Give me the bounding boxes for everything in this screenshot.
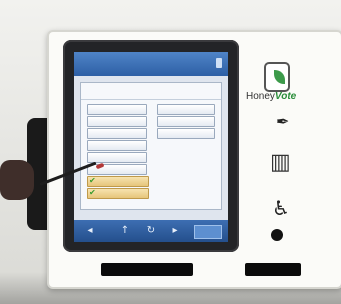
panel-divider <box>81 99 221 100</box>
ballot-option-8-selected[interactable]: ✔ <box>87 188 149 199</box>
header-badge-icon <box>216 58 222 68</box>
leaf-logo-icon <box>264 62 290 92</box>
accessibility-icon: ♿ <box>272 196 290 220</box>
photo-scene: ✔ ✔ ◂ ↑ ↻ ▸ HoneyVote ✒ ▥ ♿ <box>0 0 341 304</box>
screen-header <box>74 52 228 76</box>
ballot-option-1[interactable] <box>87 104 147 115</box>
touchscreen[interactable]: ✔ ✔ ◂ ↑ ↻ ▸ <box>74 52 228 242</box>
done-button[interactable] <box>194 225 222 239</box>
up-arrow-icon[interactable]: ↑ <box>118 225 132 237</box>
refresh-icon[interactable]: ↻ <box>144 225 158 237</box>
leaf-shape <box>274 70 285 84</box>
ballot-panel: ✔ ✔ <box>80 82 222 210</box>
caption-bar-left <box>101 263 193 276</box>
ballot-option-3[interactable] <box>87 128 147 139</box>
ballot-box-icon: ▥ <box>270 150 291 175</box>
back-icon[interactable]: ◂ <box>82 225 98 237</box>
headphone-jack[interactable] <box>271 229 283 241</box>
ballot-option-2[interactable] <box>87 116 147 127</box>
pen-icon: ✒ <box>276 112 290 131</box>
ballot-option-10[interactable] <box>157 116 215 127</box>
caption-bar-right <box>245 263 301 276</box>
brand-name-part2: Vote <box>274 91 297 102</box>
ballot-option-7-selected[interactable]: ✔ <box>87 176 149 187</box>
brand-name-part1: Honey <box>246 91 275 102</box>
ballot-option-5[interactable] <box>87 152 147 163</box>
ballot-option-11[interactable] <box>157 128 215 139</box>
panel-title <box>113 86 189 98</box>
user-hand <box>0 160 34 200</box>
ballot-option-9[interactable] <box>157 104 215 115</box>
ballot-option-4[interactable] <box>87 140 147 151</box>
screen-title <box>104 56 198 72</box>
checkmark-icon: ✔ <box>89 176 96 185</box>
brand-wordmark: HoneyVote <box>246 91 322 102</box>
next-icon[interactable]: ▸ <box>168 225 182 237</box>
checkmark-icon: ✔ <box>89 188 96 197</box>
screen-footer: ◂ ↑ ↻ ▸ <box>74 220 228 242</box>
